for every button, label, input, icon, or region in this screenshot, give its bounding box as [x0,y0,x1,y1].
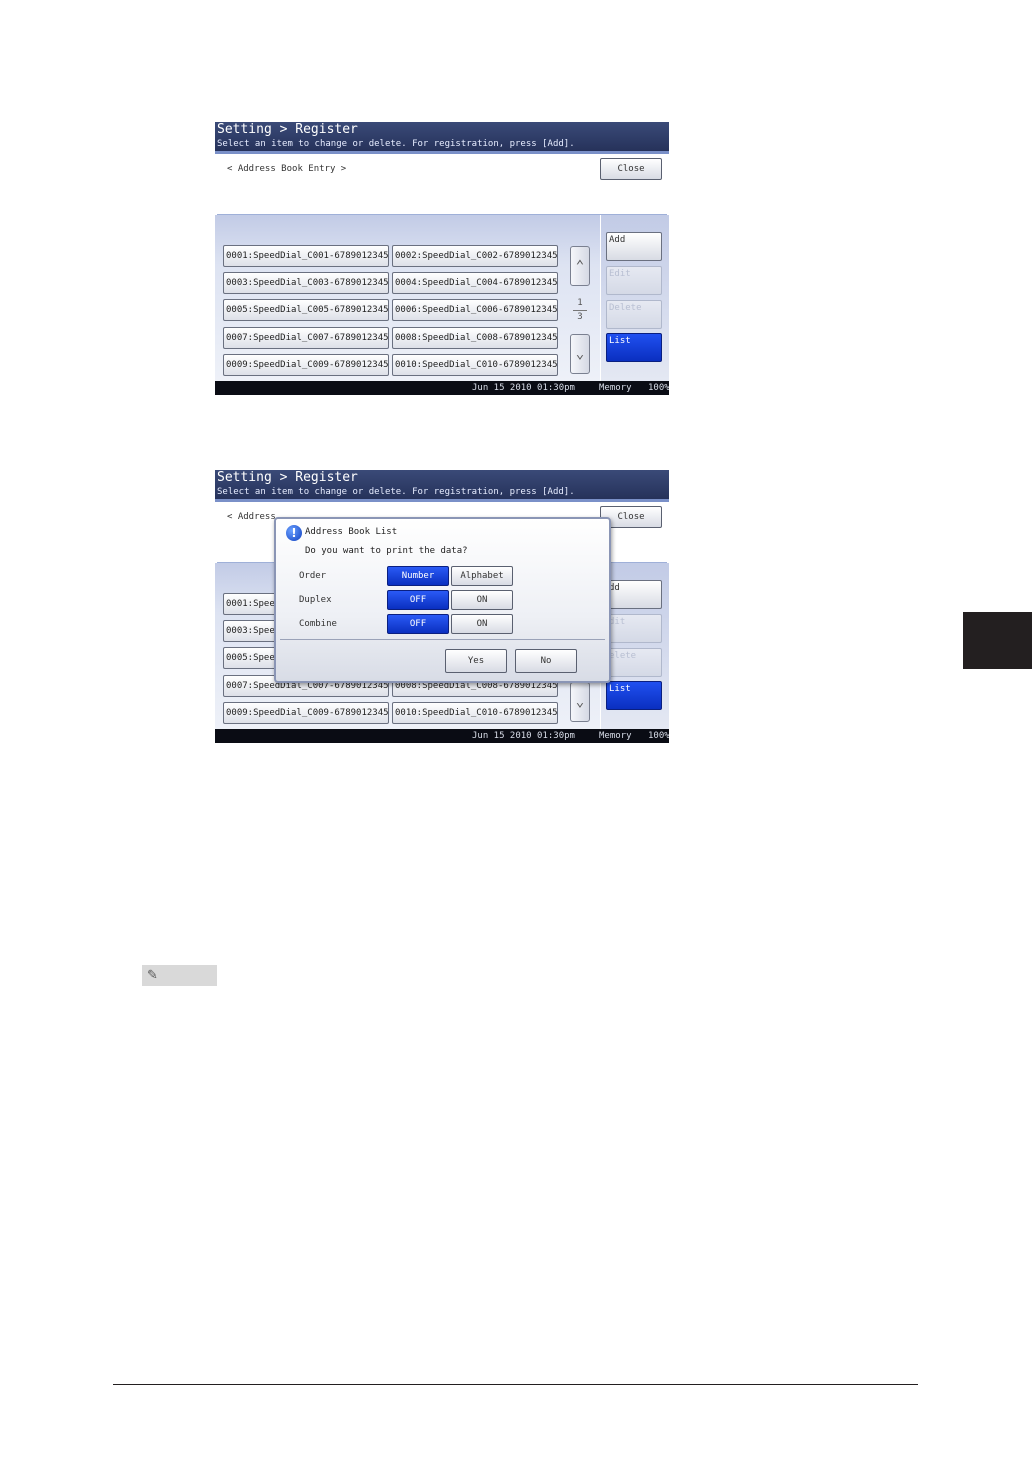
register-screen: Setting > Register Select an item to cha… [215,122,669,395]
chevron-down-icon: ⌄ [575,346,585,362]
duplex-on-button[interactable]: ON [451,590,513,610]
list-item[interactable]: 0002:SpeedDial_C002-67890123456 [392,245,558,267]
combine-label: Combine [299,619,337,629]
info-icon: ! [286,525,302,541]
delete-button[interactable]: Delete [606,300,662,329]
list-item[interactable]: 0010:SpeedDial_C010-67890123456 [392,702,558,724]
note-tag: ✎ [142,965,217,986]
delete-button[interactable]: elete [606,648,662,677]
list-item[interactable]: 0008:SpeedDial_C008-67890123456 [392,327,558,349]
scroll-up-button[interactable]: ⌃ [570,246,590,286]
order-alphabet-button[interactable]: Alphabet [451,566,513,586]
duplex-off-button[interactable]: OFF [387,590,449,610]
list-item[interactable]: 0009:SpeedDial_C009-67890123456 [223,702,389,724]
edit-button[interactable]: Edit [606,266,662,295]
status-bar: Jun 15 2010 01:30pm Memory 100% [215,381,669,395]
dialog-title: Address Book List [305,527,398,537]
screen-instruction: Select an item to change or delete. For … [217,139,575,149]
chevron-down-icon: ⌄ [575,694,585,710]
list-item[interactable]: 0010:SpeedDial_C010-67890123456 [392,354,558,376]
status-datetime: Jun 15 2010 01:30pm [472,731,575,741]
list-item[interactable]: 0009:SpeedDial_C009-67890123456 [223,354,389,376]
dialog-divider [280,639,605,640]
yes-button[interactable]: Yes [445,649,507,673]
status-bar: Jun 15 2010 01:30pm Memory 100% [215,729,669,743]
footer-rule [113,1384,918,1385]
pencil-icon: ✎ [147,968,158,983]
list-item[interactable]: 0006:SpeedDial_C006-67890123456 [392,299,558,321]
list-item[interactable]: 0003:SpeedDial_C003-67890123456 [223,272,389,294]
breadcrumb: < Address [227,512,276,522]
combine-on-button[interactable]: ON [451,614,513,634]
page-current: 1 [577,298,583,308]
header-bar: Setting > Register Select an item to cha… [215,470,669,499]
list-button[interactable]: List [606,681,662,710]
list-item[interactable]: 0005:SpeedDial_C005-67890123456 [223,299,389,321]
combine-off-button[interactable]: OFF [387,614,449,634]
address-book-list-dialog: ! Address Book List Do you want to print… [274,517,611,683]
page-indicator: 1 3 [570,298,590,323]
no-button[interactable]: No [515,649,577,673]
order-label: Order [299,571,327,581]
status-memory-label: Memory [599,383,632,393]
list-button[interactable]: List [606,333,662,362]
screen-title: Setting > Register [217,470,358,485]
header-bar: Setting > Register Select an item to cha… [215,122,669,151]
add-button[interactable]: dd [606,580,662,609]
add-button[interactable]: Add [606,232,662,261]
close-button[interactable]: Close [600,158,662,180]
screen-instruction: Select an item to change or delete. For … [217,487,575,497]
order-number-button[interactable]: Number [387,566,449,586]
list-item[interactable]: 0001:SpeedDial_C001-67890123456 [223,245,389,267]
duplex-label: Duplex [299,595,332,605]
register-screen-with-dialog: Setting > Register Select an item to cha… [215,470,669,743]
list-item[interactable]: 0007:SpeedDial_C007-67890123456 [223,327,389,349]
dialog-question: Do you want to print the data? [305,546,468,556]
status-memory-value: 100% [648,383,669,393]
page-separator [573,310,587,311]
breadcrumb: < Address Book Entry > [227,164,347,174]
edit-button[interactable]: dit [606,614,662,643]
scroll-down-button[interactable]: ⌄ [570,334,590,374]
chapter-tab [963,612,1032,669]
status-memory-label: Memory [599,731,632,741]
list-item[interactable]: 0004:SpeedDial_C004-67890123456 [392,272,558,294]
page-total: 3 [577,312,583,322]
status-memory-value: 100% [648,731,669,741]
scroll-down-button[interactable]: ⌄ [570,682,590,722]
chevron-up-icon: ⌃ [575,258,585,274]
screen-title: Setting > Register [217,122,358,137]
status-datetime: Jun 15 2010 01:30pm [472,383,575,393]
